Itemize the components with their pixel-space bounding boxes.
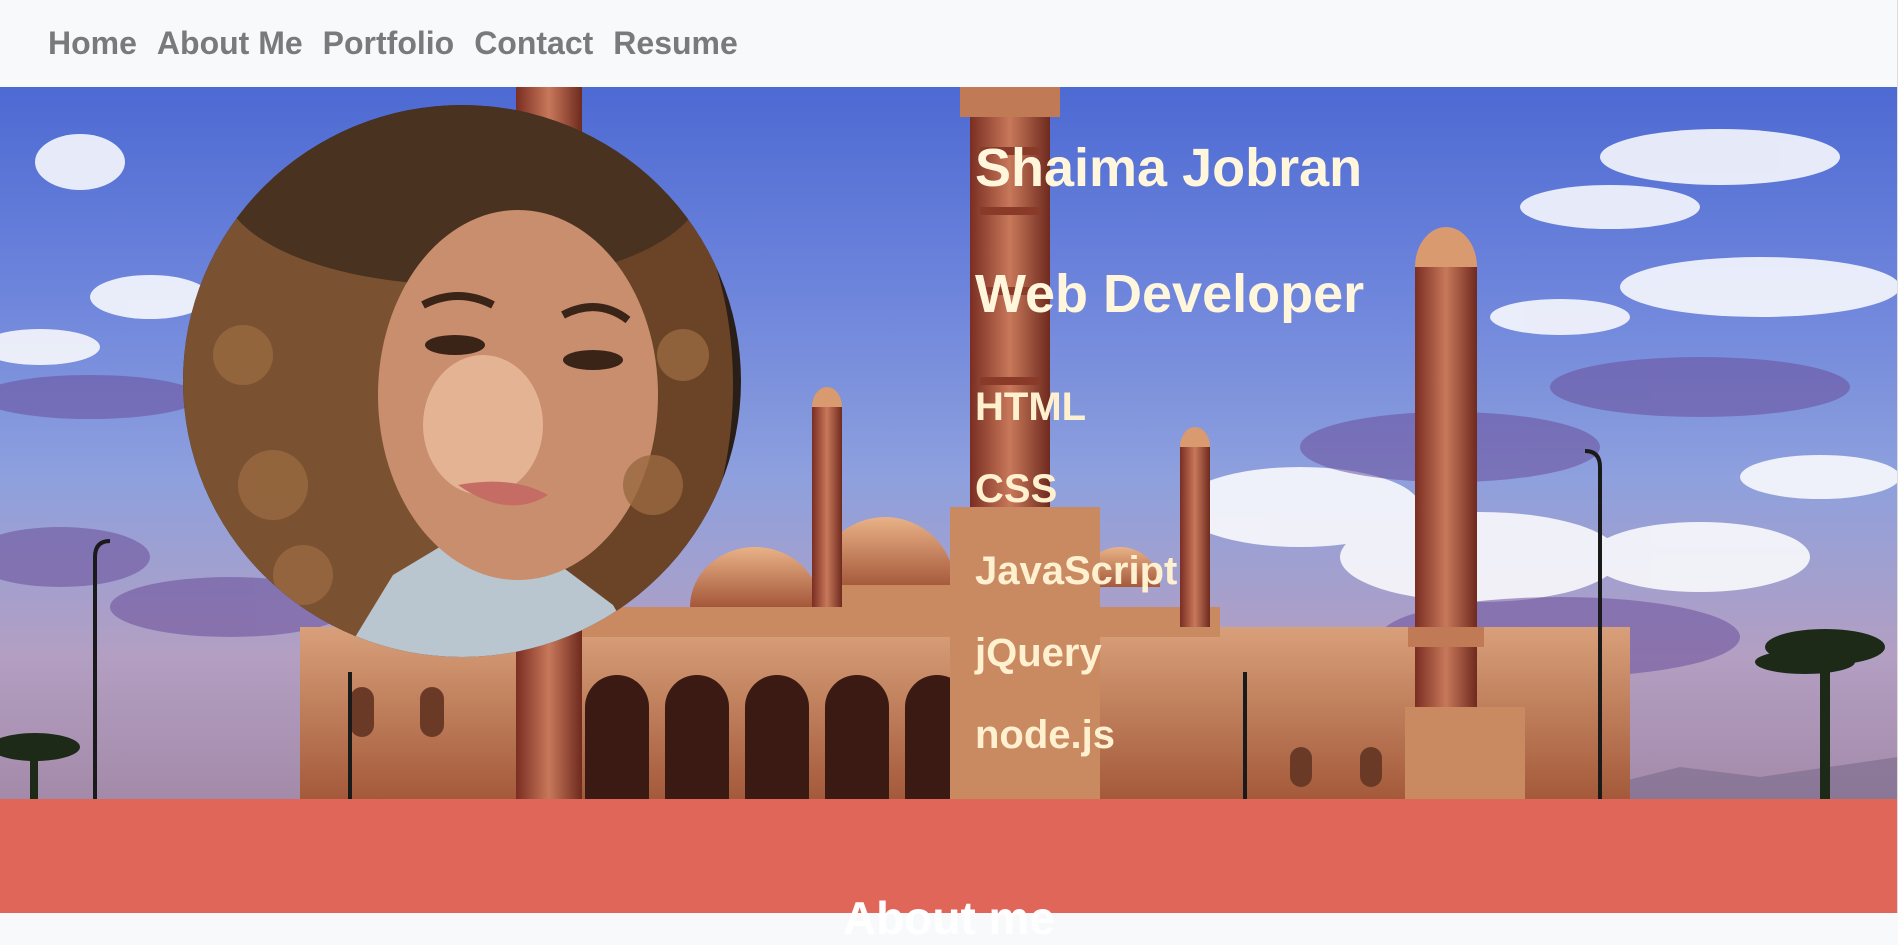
skill-css: CSS: [975, 467, 1058, 511]
about-title: About me: [842, 892, 1056, 944]
top-navbar: Home About Me Portfolio Contact Resume: [0, 0, 1898, 87]
about-section: About me: [0, 799, 1898, 944]
nav-link-contact[interactable]: Contact: [464, 25, 603, 61]
nav-list: Home About Me Portfolio Contact Resume: [0, 0, 1898, 87]
skill-nodejs: node.js: [975, 713, 1116, 757]
hero-role: Web Developer: [975, 264, 1365, 324]
skill-javascript: JavaScript: [975, 549, 1178, 593]
nav-link-portfolio[interactable]: Portfolio: [313, 25, 465, 61]
profile-photo: [183, 105, 741, 657]
skill-html: HTML: [975, 385, 1087, 429]
skill-jquery: jQuery: [975, 631, 1102, 675]
nav-link-about-me[interactable]: About Me: [147, 25, 313, 61]
nav-link-home[interactable]: Home: [38, 25, 147, 61]
nav-link-resume[interactable]: Resume: [603, 25, 748, 61]
hero-section: Shaima Jobran Web Developer HTML CSS Jav…: [0, 87, 1898, 799]
hero-name: Shaima Jobran: [975, 138, 1363, 198]
